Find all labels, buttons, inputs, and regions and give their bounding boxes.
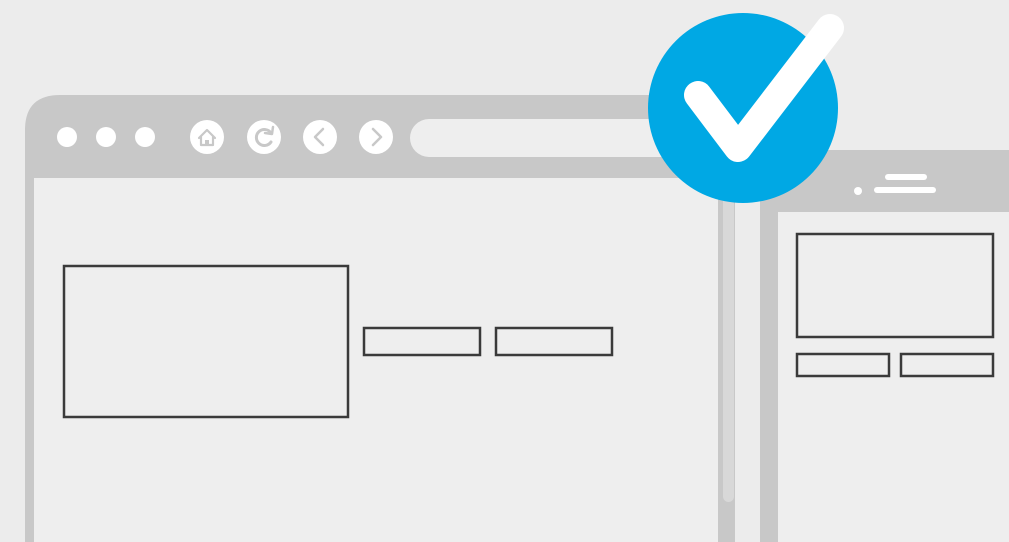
browser-viewport <box>34 178 718 542</box>
browser-window <box>25 95 750 542</box>
window-dot-3[interactable] <box>135 127 155 147</box>
back-icon[interactable] <box>303 120 337 154</box>
window-dot-2[interactable] <box>96 127 116 147</box>
home-icon[interactable] <box>190 120 224 154</box>
reload-icon[interactable] <box>247 120 281 154</box>
responsive-illustration <box>0 0 1009 542</box>
check-badge <box>648 13 844 203</box>
forward-icon[interactable] <box>359 120 393 154</box>
window-dot-1[interactable] <box>57 127 77 147</box>
mobile-device <box>760 150 1009 542</box>
scrollbar[interactable] <box>723 190 734 502</box>
